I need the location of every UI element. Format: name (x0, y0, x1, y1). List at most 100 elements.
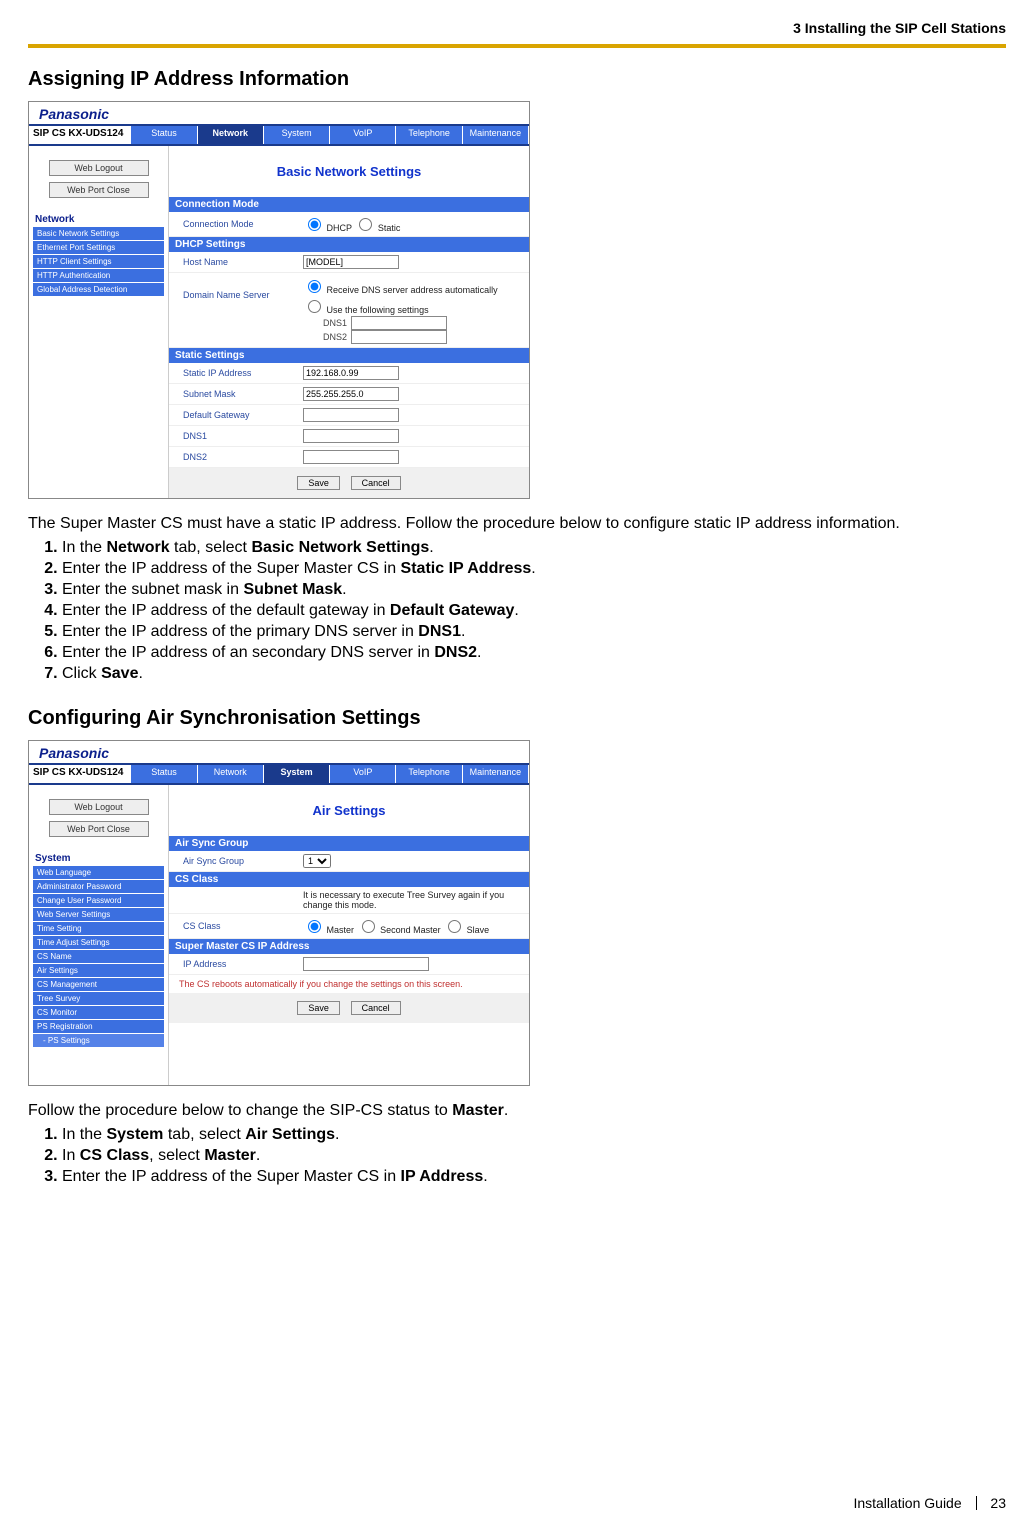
sidebar-item[interactable]: Time Setting (33, 922, 164, 935)
cancel-button[interactable]: Cancel (351, 1001, 401, 1015)
tab-maintenance[interactable]: Maintenance (463, 126, 529, 144)
step: In CS Class, select Master. (62, 1147, 1006, 1165)
dns-auto-radio[interactable]: Receive DNS server address automatically (303, 285, 498, 295)
air-sync-group-select[interactable]: 1 (303, 854, 331, 868)
gold-rule-icon (28, 44, 1006, 48)
chapter-header: 3 Installing the SIP Cell Stations (28, 20, 1006, 44)
sidebar-item[interactable]: Basic Network Settings (33, 227, 164, 240)
step: Enter the IP address of the default gate… (62, 602, 1006, 620)
section-dhcp-settings: DHCP Settings (169, 237, 529, 252)
static-row: Subnet Mask (169, 384, 529, 405)
footer-doc: Installation Guide (853, 1495, 961, 1511)
right-panel: Air Settings Air Sync Group Air Sync Gro… (169, 785, 529, 1085)
web-port-close-button[interactable]: Web Port Close (49, 182, 149, 198)
sidebar-subitem[interactable]: - PS Settings (33, 1034, 164, 1047)
brand-logo: Panasonic (29, 102, 529, 124)
slave-radio[interactable]: Slave (443, 925, 489, 935)
static-radio[interactable]: Static (354, 223, 400, 233)
tab-maintenance[interactable]: Maintenance (463, 765, 529, 783)
sidebar-item[interactable]: Web Language (33, 866, 164, 879)
cancel-button[interactable]: Cancel (351, 476, 401, 490)
save-button[interactable]: Save (297, 476, 340, 490)
sidebar-item[interactable]: Time Adjust Settings (33, 936, 164, 949)
sidebar-item[interactable]: CS Name (33, 950, 164, 963)
static-row: Default Gateway (169, 405, 529, 426)
second-master-radio[interactable]: Second Master (357, 925, 441, 935)
static-row-label: DNS1 (169, 431, 303, 441)
row-connection-mode: Connection Mode DHCP Static (169, 212, 529, 237)
tab-system[interactable]: System (264, 765, 330, 783)
panel-title: Basic Network Settings (169, 146, 529, 197)
ip-address-label: IP Address (169, 959, 303, 969)
static-row-label: Default Gateway (169, 410, 303, 420)
sidebar-item[interactable]: Air Settings (33, 964, 164, 977)
screenshot-air-settings: Panasonic SIP CS KX-UDS124 StatusNetwork… (28, 740, 530, 1086)
tab-network[interactable]: Network (198, 126, 264, 144)
row-ip-address: IP Address (169, 954, 529, 975)
cs-class-note: It is necessary to execute Tree Survey a… (303, 890, 529, 910)
tab-status[interactable]: Status (131, 765, 197, 783)
section-static-settings: Static Settings (169, 348, 529, 363)
button-row: Save Cancel (169, 993, 529, 1023)
row-host-name: Host Name (169, 252, 529, 273)
web-logout-button[interactable]: Web Logout (49, 799, 149, 815)
left-column: Web Logout Web Port Close System Web Lan… (29, 785, 169, 1085)
sidebar-item[interactable]: Change User Password (33, 894, 164, 907)
static-row: DNS2 (169, 447, 529, 468)
dhcp-radio[interactable]: DHCP (303, 223, 352, 233)
static-row-field[interactable] (303, 387, 399, 401)
dns-manual-radio[interactable]: Use the following settings (303, 305, 429, 315)
section1-steps: In the Network tab, select Basic Network… (42, 539, 1006, 683)
tab-voip[interactable]: VoIP (330, 765, 396, 783)
static-row-field[interactable] (303, 450, 399, 464)
sidebar-item[interactable]: CS Management (33, 978, 164, 991)
sidebar-item[interactable]: HTTP Authentication (33, 269, 164, 282)
sidebar-item[interactable]: Administrator Password (33, 880, 164, 893)
air-sync-group-label: Air Sync Group (169, 856, 303, 866)
step: In the System tab, select Air Settings. (62, 1126, 1006, 1144)
sidebar-item[interactable]: Web Server Settings (33, 908, 164, 921)
master-radio[interactable]: Master (303, 925, 354, 935)
side-title-network: Network (35, 214, 164, 225)
tab-voip[interactable]: VoIP (330, 126, 396, 144)
sidebar-item[interactable]: Ethernet Port Settings (33, 241, 164, 254)
tab-bar: SIP CS KX-UDS124 StatusNetworkSystemVoIP… (29, 124, 529, 146)
footer-page: 23 (990, 1495, 1006, 1511)
section2-steps: In the System tab, select Air Settings. I… (42, 1126, 1006, 1186)
tab-system[interactable]: System (264, 126, 330, 144)
sidebar-item[interactable]: Tree Survey (33, 992, 164, 1005)
connection-mode-label: Connection Mode (169, 219, 303, 229)
footer-divider-icon (976, 1496, 977, 1510)
static-row: Static IP Address (169, 363, 529, 384)
tab-network[interactable]: Network (198, 765, 264, 783)
static-row-field[interactable] (303, 366, 399, 380)
section1-body: The Super Master CS must have a static I… (28, 515, 1006, 683)
web-port-close-button[interactable]: Web Port Close (49, 821, 149, 837)
sidebar-item[interactable]: Global Address Detection (33, 283, 164, 296)
sidebar-item[interactable]: CS Monitor (33, 1006, 164, 1019)
dns2-field[interactable] (351, 330, 447, 344)
dns1-label: DNS1 (323, 318, 347, 328)
model-label: SIP CS KX-UDS124 (29, 126, 131, 144)
static-row-field[interactable] (303, 429, 399, 443)
web-logout-button[interactable]: Web Logout (49, 160, 149, 176)
section-air-sync-group: Air Sync Group (169, 836, 529, 851)
section2-title: Configuring Air Synchronisation Settings (28, 707, 1006, 730)
dns1-field[interactable] (351, 316, 447, 330)
sidebar-item[interactable]: PS Registration (33, 1020, 164, 1033)
cs-class-label: CS Class (169, 921, 303, 931)
tab-telephone[interactable]: Telephone (396, 765, 462, 783)
ip-address-field[interactable] (303, 957, 429, 971)
model-label: SIP CS KX-UDS124 (29, 765, 131, 783)
host-name-field[interactable] (303, 255, 399, 269)
row-cs-class: CS Class Master Second Master Slave (169, 914, 529, 939)
static-row-field[interactable] (303, 408, 399, 422)
button-row: Save Cancel (169, 468, 529, 498)
tab-status[interactable]: Status (131, 126, 197, 144)
step: Enter the subnet mask in Subnet Mask. (62, 581, 1006, 599)
tab-telephone[interactable]: Telephone (396, 126, 462, 144)
tab-bar: SIP CS KX-UDS124 StatusNetworkSystemVoIP… (29, 763, 529, 785)
save-button[interactable]: Save (297, 1001, 340, 1015)
reboot-warning: The CS reboots automatically if you chan… (169, 975, 529, 993)
sidebar-item[interactable]: HTTP Client Settings (33, 255, 164, 268)
